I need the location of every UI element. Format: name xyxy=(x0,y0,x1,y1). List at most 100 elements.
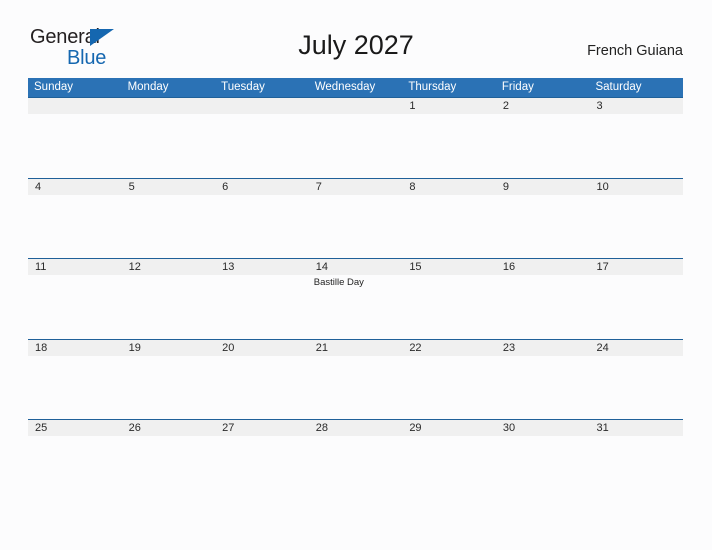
day-cell[interactable]: 23 xyxy=(496,340,590,356)
day-cell[interactable]: 5 xyxy=(122,179,216,195)
event-cell[interactable] xyxy=(496,195,590,257)
event-cell[interactable] xyxy=(589,436,683,498)
day-number: 21 xyxy=(315,341,328,354)
event-cell[interactable] xyxy=(215,195,309,257)
event-cell[interactable] xyxy=(589,356,683,418)
event-cell[interactable] xyxy=(28,436,122,498)
day-number: 3 xyxy=(596,100,603,112)
day-number: 10 xyxy=(596,180,609,193)
weekday-sunday: Sunday xyxy=(34,81,74,93)
event-cell[interactable] xyxy=(28,356,122,418)
day-cell[interactable]: 7 xyxy=(309,179,403,195)
day-number: 14 xyxy=(315,261,328,273)
day-cell[interactable]: 6 xyxy=(215,179,309,195)
event-cell[interactable] xyxy=(496,356,590,418)
day-cell[interactable] xyxy=(122,98,216,114)
day-cell[interactable]: 4 xyxy=(28,179,122,195)
event-cell[interactable] xyxy=(402,436,496,498)
day-cell[interactable]: 18 xyxy=(28,340,122,356)
day-cell[interactable]: 27 xyxy=(215,420,309,436)
event-cell[interactable] xyxy=(28,275,122,337)
day-number: 15 xyxy=(409,261,422,273)
event-cell[interactable] xyxy=(215,436,309,498)
day-cell[interactable]: 16 xyxy=(496,259,590,275)
day-number: 24 xyxy=(596,341,609,354)
event-cell[interactable]: Bastille Day xyxy=(309,275,403,337)
day-number: 12 xyxy=(128,261,141,273)
day-cell[interactable]: 24 xyxy=(589,340,683,356)
day-cell[interactable] xyxy=(309,98,403,114)
event-cell[interactable] xyxy=(589,114,683,176)
day-cell[interactable]: 30 xyxy=(496,420,590,436)
day-cell[interactable]: 28 xyxy=(309,420,403,436)
event-cell[interactable] xyxy=(309,195,403,257)
day-number: 11 xyxy=(35,261,47,273)
event-label: Bastille Day xyxy=(313,277,364,288)
day-cell[interactable]: 15 xyxy=(402,259,496,275)
day-cell[interactable]: 11 xyxy=(28,259,122,275)
event-cell[interactable] xyxy=(309,356,403,418)
week-event-area xyxy=(28,114,683,176)
weekday-header-row: Sunday Monday Tuesday Wednesday Thursday… xyxy=(28,78,683,97)
day-cell[interactable]: 20 xyxy=(215,340,309,356)
day-cell[interactable]: 13 xyxy=(215,259,309,275)
day-cell[interactable]: 31 xyxy=(589,420,683,436)
day-number: 1 xyxy=(409,100,416,112)
event-cell[interactable] xyxy=(309,114,403,176)
week-date-band: 18 19 20 21 22 23 24 xyxy=(28,338,683,356)
event-cell[interactable] xyxy=(309,436,403,498)
weekday-monday: Monday xyxy=(127,81,169,93)
day-cell[interactable]: 21 xyxy=(309,340,403,356)
event-cell[interactable] xyxy=(122,114,216,176)
day-cell[interactable]: 1 xyxy=(402,98,496,114)
day-cell[interactable]: 25 xyxy=(28,420,122,436)
week-row: 18 19 20 21 22 23 24 xyxy=(28,338,683,420)
event-cell[interactable] xyxy=(589,275,683,337)
event-cell[interactable] xyxy=(215,356,309,418)
weekday-thursday: Thursday xyxy=(408,81,457,93)
event-cell[interactable] xyxy=(215,114,309,176)
day-number: 7 xyxy=(315,180,322,193)
day-cell[interactable] xyxy=(215,98,309,114)
event-cell[interactable] xyxy=(215,275,309,337)
day-cell[interactable]: 14 xyxy=(309,259,403,275)
day-cell[interactable] xyxy=(28,98,122,114)
weekday-wednesday: Wednesday xyxy=(314,81,376,93)
day-cell[interactable]: 19 xyxy=(122,340,216,356)
day-cell[interactable]: 29 xyxy=(402,420,496,436)
event-cell[interactable] xyxy=(496,114,590,176)
event-cell[interactable] xyxy=(402,114,496,176)
day-cell[interactable]: 3 xyxy=(589,98,683,114)
week-event-area xyxy=(28,355,683,418)
event-cell[interactable] xyxy=(122,356,216,418)
day-number: 18 xyxy=(35,341,48,354)
event-cell[interactable] xyxy=(28,114,122,176)
event-cell[interactable] xyxy=(589,195,683,257)
day-cell[interactable]: 17 xyxy=(589,259,683,275)
day-number: 23 xyxy=(502,341,516,354)
event-cell[interactable] xyxy=(122,195,216,257)
day-cell[interactable]: 2 xyxy=(496,98,590,114)
day-cell[interactable]: 9 xyxy=(496,179,590,195)
day-number: 6 xyxy=(222,180,229,193)
day-number: 25 xyxy=(35,422,48,434)
event-cell[interactable] xyxy=(402,275,496,337)
event-cell[interactable] xyxy=(402,195,496,257)
event-cell[interactable] xyxy=(28,195,122,257)
day-cell[interactable]: 26 xyxy=(122,420,216,436)
event-cell[interactable] xyxy=(496,275,590,337)
region-label: French Guiana xyxy=(587,43,683,59)
day-cell[interactable]: 22 xyxy=(402,340,496,356)
event-cell[interactable] xyxy=(122,436,216,498)
event-cell[interactable] xyxy=(122,275,216,337)
week-event-area xyxy=(28,436,683,498)
day-number: 8 xyxy=(409,180,416,193)
day-cell[interactable]: 12 xyxy=(122,259,216,275)
day-number: 26 xyxy=(128,422,141,434)
event-cell[interactable] xyxy=(496,436,590,498)
weekday-tuesday: Tuesday xyxy=(221,81,265,93)
event-cell[interactable] xyxy=(402,356,496,418)
day-cell[interactable]: 10 xyxy=(589,179,683,195)
day-cell[interactable]: 8 xyxy=(402,179,496,195)
day-number: 19 xyxy=(128,341,141,354)
